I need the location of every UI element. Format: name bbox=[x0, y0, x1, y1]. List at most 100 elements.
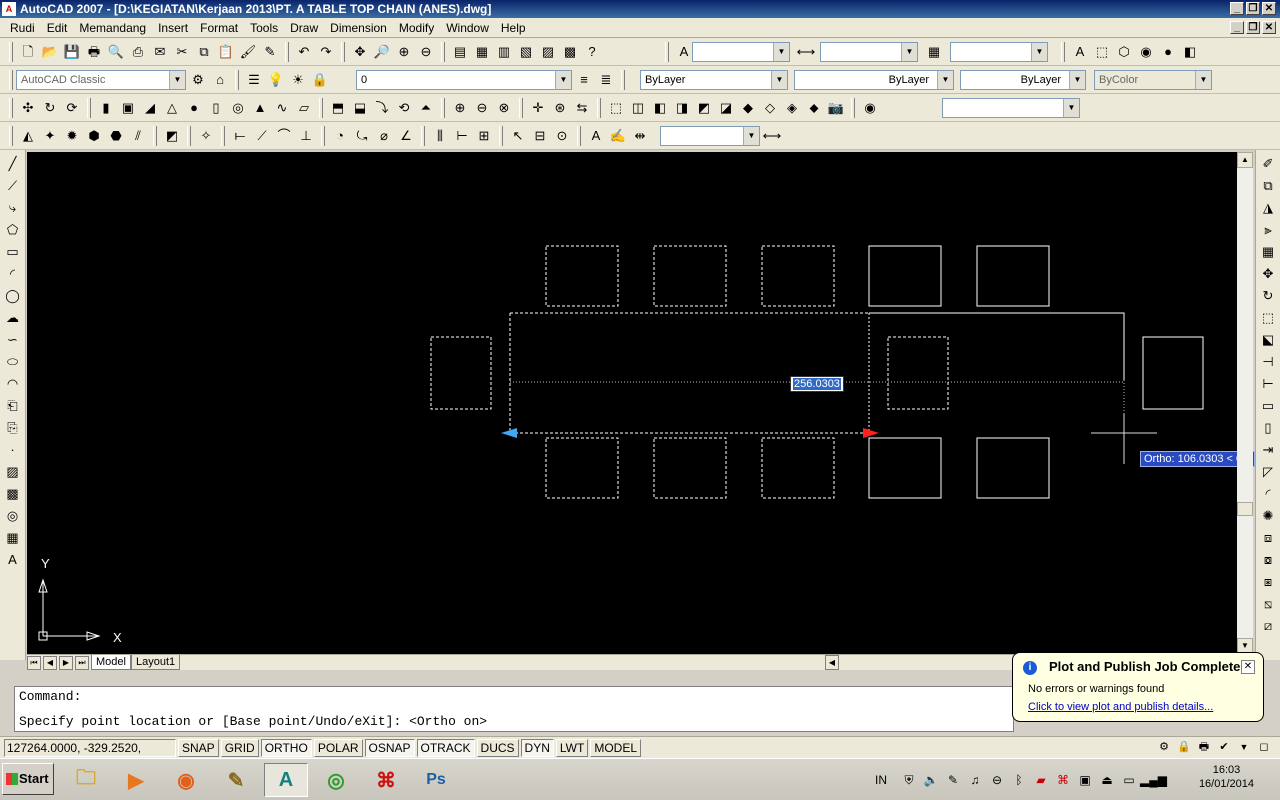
swept-icon[interactable]: ✧ bbox=[196, 126, 216, 146]
layer-previous-icon[interactable]: ≣ bbox=[596, 70, 616, 90]
doc-minimize-button[interactable]: _ bbox=[1230, 21, 1244, 34]
menu-window[interactable]: Window bbox=[440, 18, 495, 38]
dimension-style-icon[interactable]: ⟷ bbox=[762, 126, 782, 146]
center-mark-icon[interactable]: ⊙ bbox=[552, 126, 572, 146]
insert-block-icon[interactable]: ⎗ bbox=[4, 396, 22, 416]
menu-modify[interactable]: Modify bbox=[393, 18, 440, 38]
block-editor-icon[interactable]: ✎ bbox=[260, 42, 280, 62]
copy-icon[interactable]: ⧉ bbox=[194, 42, 214, 62]
chair-bottom-2[interactable] bbox=[653, 437, 727, 499]
menu-edit[interactable]: Edit bbox=[41, 18, 74, 38]
point-icon[interactable]: · bbox=[4, 440, 22, 460]
menu-draw[interactable]: Draw bbox=[284, 18, 324, 38]
doc-restore-button[interactable]: ❐ bbox=[1246, 21, 1260, 34]
stretch-icon[interactable]: ⬕ bbox=[1259, 330, 1277, 350]
break-at-point-icon[interactable]: ▭ bbox=[1259, 396, 1277, 416]
zoom-realtime-icon[interactable]: 🔎 bbox=[372, 42, 392, 62]
box-icon[interactable]: ⬚ bbox=[1092, 42, 1112, 62]
bluetooth-icon[interactable]: ᛒ bbox=[1008, 771, 1030, 789]
union-icon[interactable]: ⊕ bbox=[450, 98, 470, 118]
tolerance-icon[interactable]: ⊟ bbox=[530, 126, 550, 146]
paste-icon[interactable]: 📋 bbox=[216, 42, 236, 62]
start-button[interactable]: Start bbox=[2, 763, 54, 795]
save-icon[interactable]: 💾 bbox=[62, 42, 82, 62]
network-icon[interactable]: ⊖ bbox=[986, 771, 1008, 789]
music-icon[interactable]: ♫ bbox=[964, 771, 986, 789]
clean-screen-icon[interactable]: ◻ bbox=[1256, 739, 1272, 755]
doc-close-button[interactable]: ✕ bbox=[1262, 21, 1276, 34]
3d-box-icon[interactable]: ⬡ bbox=[1114, 42, 1134, 62]
autocad-taskbar-icon[interactable]: A bbox=[264, 763, 308, 797]
linear-dim-icon[interactable]: ⟝ bbox=[230, 126, 250, 146]
dynamic-input-box[interactable]: 256.0303 bbox=[790, 376, 844, 392]
chair-middle[interactable] bbox=[887, 336, 949, 410]
view-bottom-icon[interactable]: ◫ bbox=[628, 98, 648, 118]
make-block-icon[interactable]: ⎘ bbox=[4, 418, 22, 438]
command-window[interactable]: Command: Specify point location or [Base… bbox=[14, 686, 1014, 732]
workspace-combo[interactable]: AutoCAD Classic ▼ bbox=[16, 70, 186, 90]
lineweight-combo[interactable]: ByLayer ▼ bbox=[960, 70, 1086, 90]
menu-help[interactable]: Help bbox=[495, 18, 532, 38]
menu-format[interactable]: Format bbox=[194, 18, 244, 38]
polygon-icon[interactable]: ⬠ bbox=[4, 220, 22, 240]
visual-styles-icon[interactable]: ◧ bbox=[1180, 42, 1200, 62]
named-view-combo[interactable]: ▼ bbox=[942, 98, 1080, 118]
cylinder-icon[interactable]: ▯ bbox=[206, 98, 226, 118]
snap-toggle[interactable]: SNAP bbox=[178, 738, 219, 757]
zoom-previous-icon[interactable]: ⊖ bbox=[416, 42, 436, 62]
table-style-combo[interactable]: ▼ bbox=[950, 42, 1048, 62]
camera-icon[interactable]: 📷 bbox=[826, 98, 846, 118]
layer-combo[interactable]: 0 ▼ bbox=[356, 70, 572, 90]
chair-bottom-5[interactable] bbox=[976, 437, 1050, 499]
construction-line-icon[interactable]: ⟋ bbox=[4, 176, 22, 196]
text-style-combo[interactable]: ▼ bbox=[692, 42, 790, 62]
cone-icon[interactable]: △ bbox=[162, 98, 182, 118]
tray-app-icon[interactable]: ✎ bbox=[942, 771, 964, 789]
lock-icon[interactable]: 🔒 bbox=[310, 70, 330, 90]
send-back-icon[interactable]: ⧆ bbox=[1259, 572, 1277, 592]
continue-icon[interactable]: ⊞ bbox=[474, 126, 494, 146]
grip-arrow-left[interactable] bbox=[501, 428, 517, 438]
sun-icon[interactable]: ☀ bbox=[288, 70, 308, 90]
communication-center-icon[interactable]: ⚙ bbox=[1156, 739, 1172, 755]
text-style-icon[interactable]: A bbox=[674, 42, 694, 62]
extrude-icon[interactable]: ⬒ bbox=[328, 98, 348, 118]
dim-edit-icon[interactable]: A bbox=[586, 126, 606, 146]
help-icon[interactable]: ? bbox=[582, 42, 602, 62]
media-player-icon[interactable]: ▶ bbox=[114, 763, 158, 797]
view-back-icon[interactable]: ◪ bbox=[716, 98, 736, 118]
se-iso-icon[interactable]: ◇ bbox=[760, 98, 780, 118]
slice-icon[interactable]: ⫽ bbox=[128, 126, 148, 146]
prev-tab-arrow-icon[interactable]: ◀ bbox=[43, 655, 57, 670]
chair-bottom-1[interactable] bbox=[545, 437, 619, 499]
view-right-icon[interactable]: ◨ bbox=[672, 98, 692, 118]
cut-icon[interactable]: ✂ bbox=[172, 42, 192, 62]
language-indicator[interactable]: IN bbox=[870, 771, 892, 789]
otrack-toggle[interactable]: OTRACK bbox=[416, 738, 475, 757]
mapping-icon[interactable]: ⬢ bbox=[84, 126, 104, 146]
tool-palettes-icon[interactable]: ▥ bbox=[494, 42, 514, 62]
copy-object-icon[interactable]: ⧉ bbox=[1259, 176, 1277, 196]
layer-manager-icon[interactable]: ☰ bbox=[244, 70, 264, 90]
status-menu-arrow-icon[interactable]: ▼ bbox=[1236, 739, 1252, 755]
box-solid-icon[interactable]: ▣ bbox=[118, 98, 138, 118]
markup-icon[interactable]: ▨ bbox=[538, 42, 558, 62]
highlight-icon[interactable]: ✦ bbox=[40, 126, 60, 146]
move-icon[interactable]: ✥ bbox=[1259, 264, 1277, 284]
ati-icon[interactable]: ▰ bbox=[1030, 771, 1052, 789]
pan-icon[interactable]: ✥ bbox=[350, 42, 370, 62]
dyn-toggle[interactable]: DYN bbox=[520, 738, 554, 757]
chair-top-5[interactable] bbox=[976, 245, 1050, 307]
adobe-tray-icon[interactable]: ⌘ bbox=[1052, 771, 1074, 789]
print-icon[interactable]: 🖶 bbox=[84, 42, 104, 62]
osnap-toggle[interactable]: OSNAP bbox=[364, 738, 415, 757]
gradient-icon[interactable]: ▩ bbox=[4, 484, 22, 504]
menu-memandang[interactable]: Memandang bbox=[73, 18, 152, 38]
hatch-icon[interactable]: ▨ bbox=[4, 462, 22, 482]
chair-bottom-3[interactable] bbox=[761, 437, 835, 499]
3d-align-icon[interactable]: ⇆ bbox=[572, 98, 592, 118]
vertical-scrollbar[interactable]: ▲ ▼ bbox=[1237, 152, 1253, 654]
arc-icon[interactable]: ◜ bbox=[4, 264, 22, 284]
bring-above-icon[interactable]: ⧅ bbox=[1259, 594, 1277, 614]
menu-dimension[interactable]: Dimension bbox=[324, 18, 393, 38]
